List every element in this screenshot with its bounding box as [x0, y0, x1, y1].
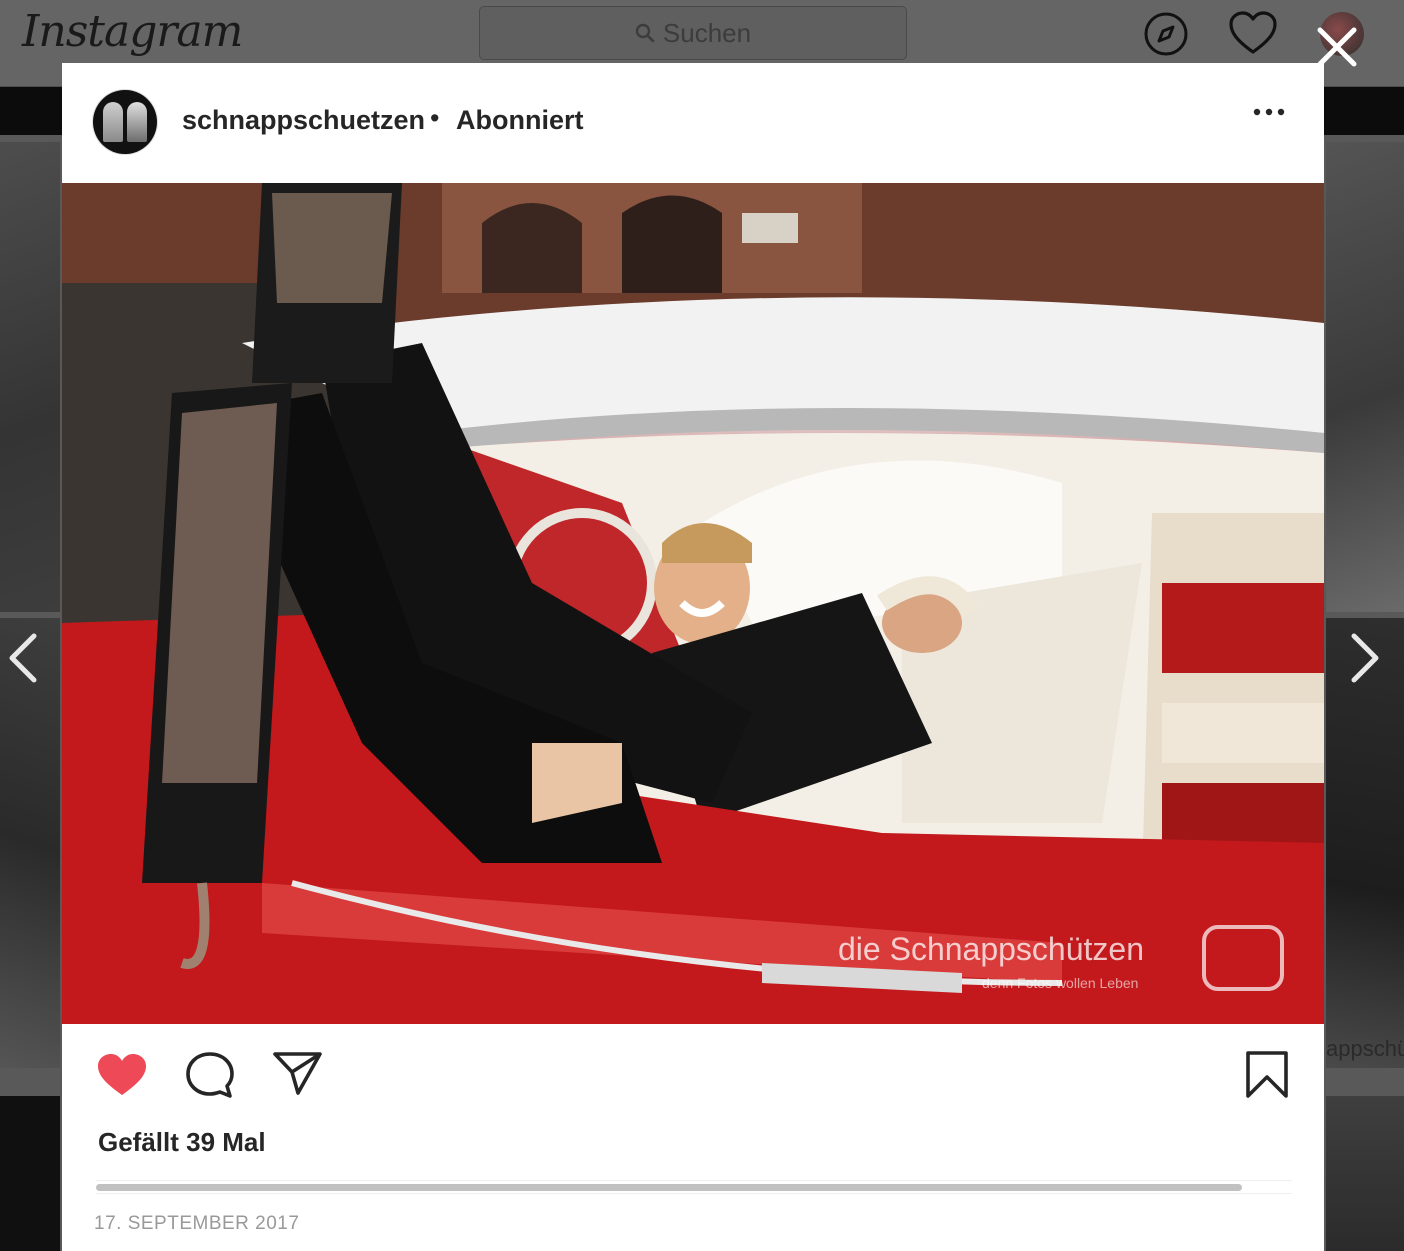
avatar[interactable]	[93, 90, 157, 154]
watermark-logo-icon	[1202, 925, 1284, 991]
post-photo[interactable]: die Schnappschützen denn Fotos wollen Le…	[62, 183, 1324, 1024]
photo-watermark-tagline: denn Fotos wollen Leben	[982, 975, 1139, 991]
photo-watermark: die Schnappschützen	[838, 931, 1144, 967]
avatar-figure	[127, 102, 147, 142]
more-options-icon[interactable]	[1252, 107, 1286, 117]
header-separator: •	[430, 103, 440, 133]
search-icon	[635, 23, 655, 43]
post-date[interactable]: 17. SEPTEMBER 2017	[94, 1213, 299, 1235]
compass-icon[interactable]	[1142, 10, 1190, 58]
follow-status-button[interactable]: Abonniert	[456, 105, 584, 136]
chevron-left-icon[interactable]	[4, 630, 44, 686]
photo-illustration	[62, 183, 1324, 1024]
chevron-right-icon[interactable]	[1344, 630, 1384, 686]
background-post-thumbnail	[0, 142, 60, 612]
heart-filled-icon[interactable]	[96, 1052, 148, 1098]
comments-scroll-area[interactable]	[96, 1180, 1292, 1194]
paper-plane-icon[interactable]	[272, 1050, 324, 1096]
search-placeholder: Suchen	[662, 17, 752, 48]
search-input[interactable]: Suchen	[479, 6, 907, 60]
likes-count[interactable]: Gefällt 39 Mal	[98, 1127, 266, 1158]
horizontal-scrollbar[interactable]	[96, 1184, 1242, 1191]
post-username[interactable]: schnappschuetzen	[182, 105, 425, 136]
comment-icon[interactable]	[184, 1050, 236, 1100]
post-actions	[62, 1024, 1324, 1114]
background-watermark-text: appschü	[1326, 1036, 1404, 1061]
background-post-thumbnail	[1326, 142, 1404, 612]
bookmark-icon[interactable]	[1244, 1050, 1290, 1100]
avatar-figure	[103, 102, 123, 142]
heart-outline-icon[interactable]	[1228, 10, 1278, 56]
instagram-logo[interactable]: Instagram	[22, 6, 243, 57]
post-modal: schnappschuetzen • Abonniert die Schnapp…	[62, 63, 1324, 1251]
post-header: schnappschuetzen • Abonniert	[62, 63, 1324, 184]
background-post-thumbnail	[1326, 1096, 1404, 1251]
background-post-thumbnail	[0, 1096, 60, 1251]
